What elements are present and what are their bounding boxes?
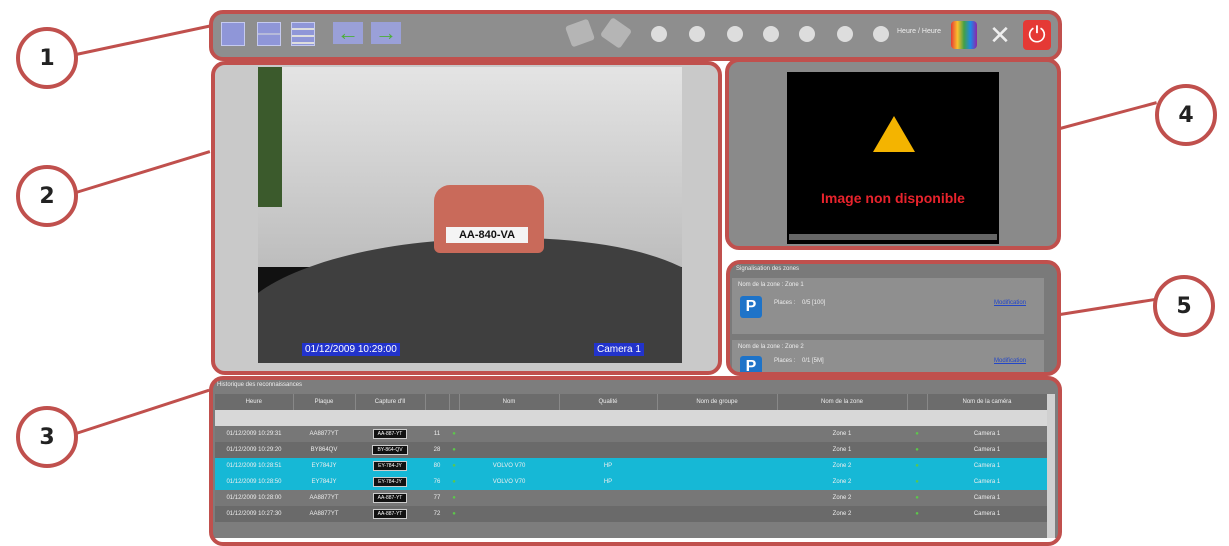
frame-2 <box>211 61 722 375</box>
frame-4 <box>725 58 1061 250</box>
callout-4: 4 <box>1155 84 1217 146</box>
callout-line-2 <box>75 150 211 194</box>
callout-line-3 <box>75 388 210 435</box>
callout-line-4 <box>1059 101 1157 130</box>
callout-2: 2 <box>16 165 78 227</box>
callout-line-5 <box>1059 297 1158 316</box>
callout-1: 1 <box>16 27 78 89</box>
callout-5: 5 <box>1153 275 1215 337</box>
frame-5 <box>726 260 1061 376</box>
callout-3: 3 <box>16 406 78 468</box>
frame-3 <box>209 376 1062 546</box>
callout-line-1 <box>75 23 214 56</box>
frame-1 <box>209 10 1062 61</box>
